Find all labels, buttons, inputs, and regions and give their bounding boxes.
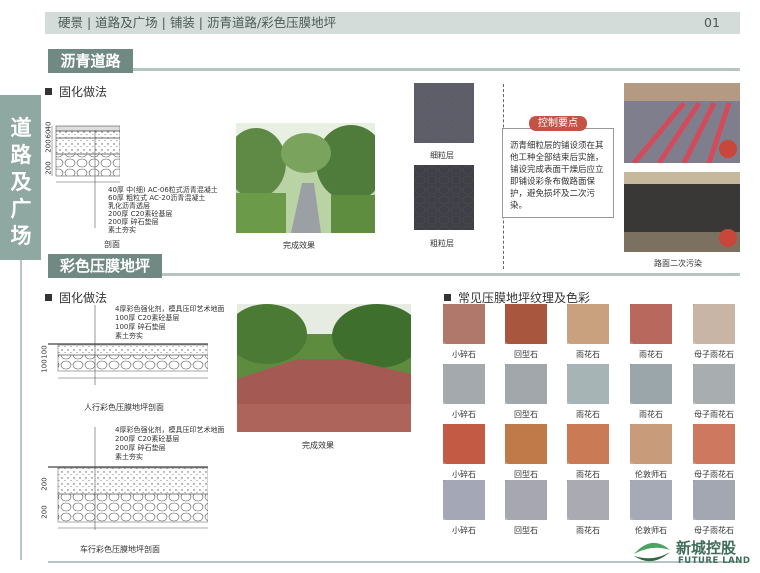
section-title-asphalt: 沥青道路 xyxy=(48,49,133,73)
veh-dim-2: 200 xyxy=(40,505,49,519)
texture-label: 雨花石 xyxy=(639,410,663,419)
side-char-4: 广 xyxy=(10,197,32,221)
texture-label: 雨花石 xyxy=(576,410,600,419)
texture-swatch xyxy=(630,424,672,464)
bullet-square-icon xyxy=(444,294,451,301)
texture-label: 雨花石 xyxy=(576,350,600,359)
caption-color-photo: 完成效果 xyxy=(302,441,334,450)
ped-dim-1: 100 xyxy=(40,345,49,359)
caption-coarse: 粗粒层 xyxy=(430,239,454,248)
subtitle-asphalt-method: 固化做法 xyxy=(45,83,107,100)
texture-swatch xyxy=(567,480,609,520)
side-char-2: 路 xyxy=(10,143,32,167)
texture-label: 回型石 xyxy=(514,526,538,535)
texture-swatch xyxy=(693,304,735,344)
texture-swatch xyxy=(630,480,672,520)
texture-swatch xyxy=(443,364,485,404)
brand-name-cn: 新城控股 xyxy=(676,539,737,557)
protection-photo xyxy=(624,83,740,163)
texture-swatch xyxy=(693,424,735,464)
texture-label: 小碎石 xyxy=(452,350,476,359)
asphalt-layer-4: 200厚 C20素砼基层 xyxy=(108,210,173,218)
asphalt-layer-2: 60厚 粗粒式 AC-20沥青混凝土 xyxy=(108,194,206,202)
texture-label: 伦敦师石 xyxy=(635,470,667,479)
section-title-color: 彩色压膜地坪 xyxy=(48,254,162,278)
caption-ped-section: 人行彩色压膜地坪剖面 xyxy=(84,403,164,412)
texture-swatch xyxy=(693,480,735,520)
caption-asphalt-photo: 完成效果 xyxy=(283,241,315,250)
caption-fine: 细粒层 xyxy=(430,151,454,160)
breadcrumb-title: 硬景 | 道路及广场 | 铺装 | 沥青道路/彩色压膜地坪 xyxy=(58,15,337,30)
color-finished-photo xyxy=(237,304,411,432)
asphalt-layer-6: 素土夯实 xyxy=(108,226,136,234)
texture-swatch xyxy=(630,364,672,404)
texture-label: 母子雨花石 xyxy=(694,350,734,359)
texture-swatch xyxy=(443,304,485,344)
texture-swatch xyxy=(505,304,547,344)
side-char-3: 及 xyxy=(10,170,32,194)
ped-section-drawing xyxy=(48,305,208,385)
side-label-band: 道 路 及 广 场 xyxy=(0,95,41,260)
side-char-5: 场 xyxy=(10,224,32,248)
dim-60: 60 xyxy=(44,129,53,139)
bullet-square-icon xyxy=(45,88,52,95)
asphalt-finished-photo xyxy=(236,123,375,233)
texture-swatch xyxy=(443,480,485,520)
asphalt-layer-5: 200厚 碎石垫层 xyxy=(108,218,159,226)
fine-aggregate-photo xyxy=(414,83,474,143)
texture-label: 小碎石 xyxy=(452,470,476,479)
asphalt-layer-3: 乳化沥青透层 xyxy=(108,202,150,210)
texture-label: 回型石 xyxy=(514,470,538,479)
section-rule-color xyxy=(162,273,740,276)
section-rule-asphalt xyxy=(133,68,740,71)
caption-asphalt-section: 剖面 xyxy=(104,240,120,249)
texture-swatch xyxy=(443,424,485,464)
asphalt-layer-1: 40厚 中(细) AC-06粒式沥青混凝土 xyxy=(108,186,218,194)
texture-label: 回型石 xyxy=(514,410,538,419)
texture-label: 回型石 xyxy=(514,350,538,359)
texture-swatch xyxy=(567,304,609,344)
texture-swatch xyxy=(567,424,609,464)
texture-label: 母子雨花石 xyxy=(694,526,734,535)
dim-200-a: 200 xyxy=(44,139,53,153)
veh-dim-1: 200 xyxy=(40,477,49,491)
texture-swatch xyxy=(505,364,547,404)
texture-swatch xyxy=(505,424,547,464)
texture-label: 小碎石 xyxy=(452,410,476,419)
side-char-1: 道 xyxy=(10,116,32,140)
control-points-title: 控制要点 xyxy=(529,116,587,131)
control-points-text: 沥青细粒层的铺设须在其他工种全部结束后实施，铺设完成表面干燥后应立即铺设彩条布做… xyxy=(510,141,604,211)
future-land-logo-icon xyxy=(634,542,670,562)
texture-swatch xyxy=(693,364,735,404)
texture-swatch xyxy=(505,480,547,520)
brand-name-en: FUTURE LAND xyxy=(678,556,751,566)
side-rule xyxy=(20,260,22,560)
texture-label: 雨花石 xyxy=(639,350,663,359)
caption-veh-section: 车行彩色压膜地坪剖面 xyxy=(80,545,160,554)
texture-label: 母子雨花石 xyxy=(694,470,734,479)
texture-label: 小碎石 xyxy=(452,526,476,535)
dim-200-b: 200 xyxy=(44,161,53,175)
stained-road-photo xyxy=(624,172,740,252)
texture-swatch xyxy=(630,304,672,344)
texture-label: 雨花石 xyxy=(576,470,600,479)
veh-section-drawing xyxy=(48,427,208,530)
texture-swatch xyxy=(567,364,609,404)
texture-label: 母子雨花石 xyxy=(694,410,734,419)
ped-dim-2: 100 xyxy=(40,359,49,373)
caption-stain: 路面二次污染 xyxy=(654,259,702,268)
texture-label: 雨花石 xyxy=(576,526,600,535)
page-number: 01 xyxy=(704,15,720,30)
coarse-aggregate-photo xyxy=(414,165,474,230)
